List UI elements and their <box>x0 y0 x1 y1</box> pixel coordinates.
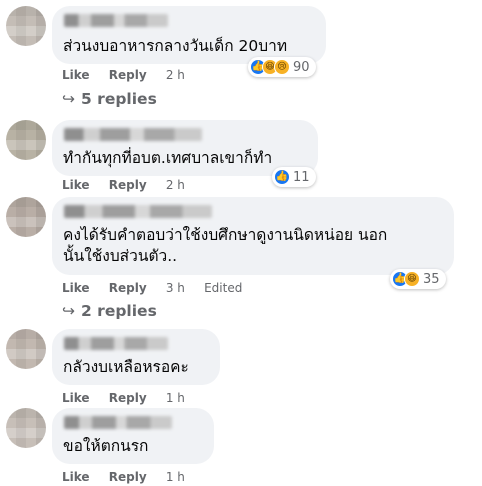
reply-button[interactable]: Reply <box>109 391 147 405</box>
author-name-blurred[interactable] <box>64 337 168 350</box>
avatar[interactable] <box>6 197 46 237</box>
replies-count: 5 replies <box>81 90 157 108</box>
like-button[interactable]: Like <box>62 470 90 484</box>
reply-button[interactable]: Reply <box>109 470 147 484</box>
reply-button[interactable]: Reply <box>109 68 147 82</box>
author-name-blurred[interactable] <box>64 128 202 141</box>
avatar[interactable] <box>6 120 46 160</box>
reply-arrow-icon: ↪ <box>62 90 75 108</box>
like-button[interactable]: Like <box>62 178 90 192</box>
like-icon: 👍 <box>274 169 290 185</box>
comment-text: ขอให้ตกนรก <box>63 437 149 455</box>
like-button[interactable]: Like <box>62 281 90 295</box>
replies-count: 2 replies <box>81 302 157 320</box>
like-button[interactable]: Like <box>62 391 90 405</box>
comment-bubble: กลัวงบเหลือหรอคะ <box>52 329 220 385</box>
reaction-count: 90 <box>293 59 310 75</box>
sad-icon: 😢 <box>274 59 290 75</box>
comment-text: ทำกันทุกที่อบต.เทศบาลเขาก็ทำ <box>63 149 273 167</box>
reply-button[interactable]: Reply <box>109 281 147 295</box>
comment-bubble: ขอให้ตกนรก <box>52 408 214 464</box>
like-button[interactable]: Like <box>62 68 90 82</box>
comment-actions: Like Reply 2 h <box>62 68 200 82</box>
comment-actions: Like Reply 3 h Edited <box>62 281 257 295</box>
view-replies-link[interactable]: ↪ 5 replies <box>62 90 157 108</box>
comment-actions: Like Reply 1 h <box>62 391 200 405</box>
haha-icon: 😆 <box>404 271 420 287</box>
reaction-summary[interactable]: 👍 😆 35 <box>390 269 446 289</box>
reaction-count: 11 <box>293 169 310 185</box>
comment-bubble: คงได้รับคำตอบว่าใช้งบศึกษาดูงานนิดหน่อย … <box>52 197 454 275</box>
comment-actions: Like Reply 2 h <box>62 178 200 192</box>
timestamp[interactable]: 3 h <box>166 281 185 295</box>
reaction-count: 35 <box>423 271 440 287</box>
avatar[interactable] <box>6 408 46 448</box>
comment-bubble: ส่วนงบอาหารกลางวันเด็ก 20บาท <box>52 6 326 64</box>
timestamp[interactable]: 1 h <box>166 470 185 484</box>
reaction-summary[interactable]: 👍 11 <box>272 167 316 187</box>
reaction-summary[interactable]: 👍 😆 😢 90 <box>248 57 316 77</box>
author-name-blurred[interactable] <box>64 416 172 429</box>
comment-text: ส่วนงบอาหารกลางวันเด็ก 20บาท <box>63 37 288 55</box>
edited-label: Edited <box>204 281 243 295</box>
comments-section: ส่วนงบอาหารกลางวันเด็ก 20บาท 👍 😆 😢 90 Li… <box>0 0 482 486</box>
timestamp[interactable]: 2 h <box>166 68 185 82</box>
author-name-blurred[interactable] <box>64 14 168 27</box>
avatar[interactable] <box>6 329 46 369</box>
reply-arrow-icon: ↪ <box>62 302 75 320</box>
reply-button[interactable]: Reply <box>109 178 147 192</box>
comment-actions: Like Reply 1 h <box>62 470 200 484</box>
view-replies-link[interactable]: ↪ 2 replies <box>62 302 157 320</box>
timestamp[interactable]: 2 h <box>166 178 185 192</box>
comment-text: คงได้รับคำตอบว่าใช้งบศึกษาดูงานนิดหน่อย … <box>63 226 388 265</box>
timestamp[interactable]: 1 h <box>166 391 185 405</box>
author-name-blurred[interactable] <box>64 205 212 218</box>
avatar[interactable] <box>6 6 46 46</box>
comment-text: กลัวงบเหลือหรอคะ <box>63 358 189 376</box>
